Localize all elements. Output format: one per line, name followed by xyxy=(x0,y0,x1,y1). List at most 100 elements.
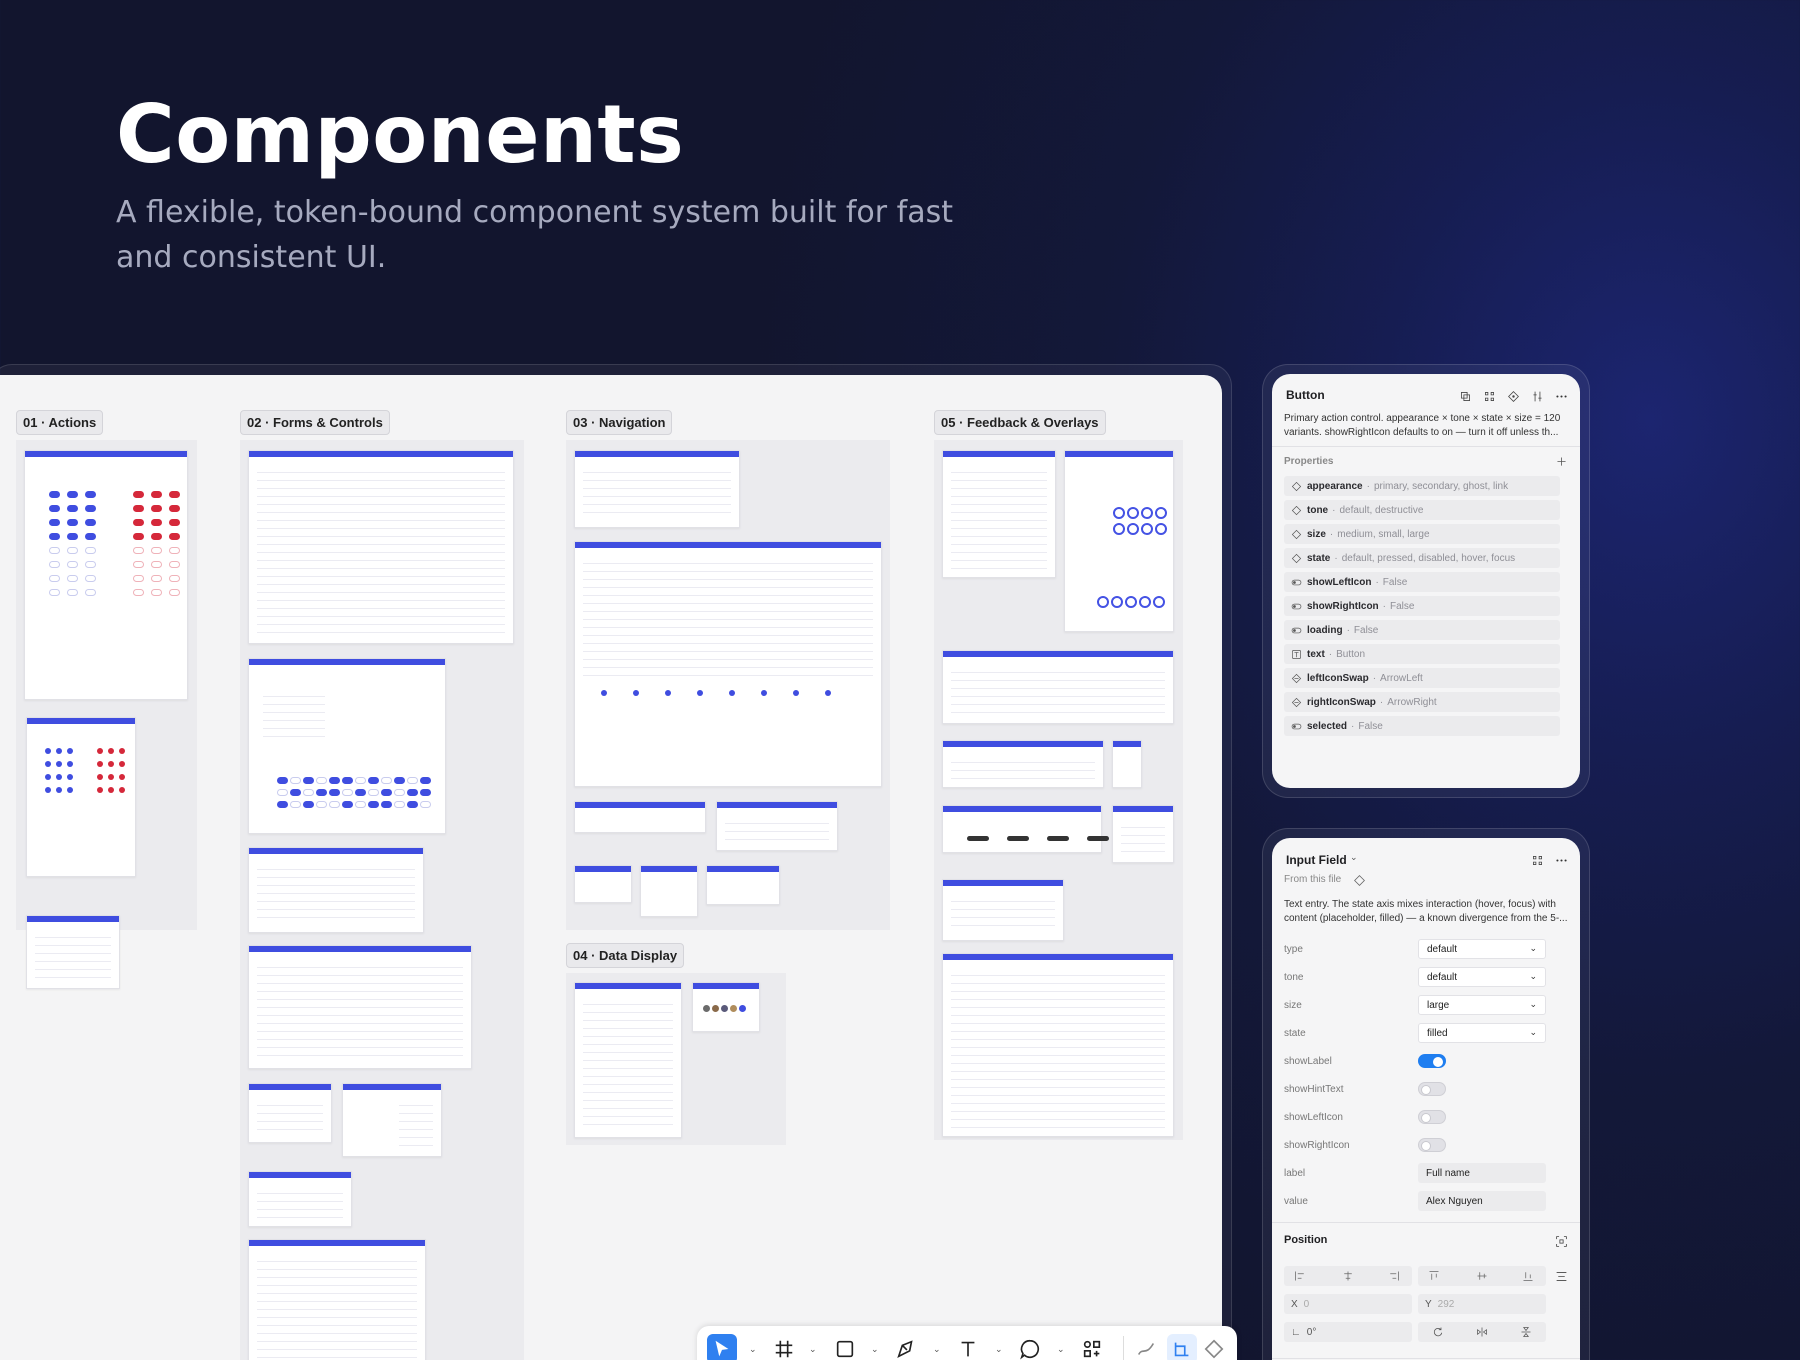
chevron-down-icon[interactable]: ⌄ xyxy=(1350,852,1358,863)
skeleton-frame[interactable] xyxy=(942,805,1109,853)
pen-tool[interactable] xyxy=(895,1334,917,1360)
property-row-loading[interactable]: loading · False xyxy=(1284,620,1560,640)
section-label-actions[interactable]: 01 · Actions xyxy=(16,410,104,435)
tabs-frame[interactable] xyxy=(574,450,740,528)
chevron-down-icon[interactable]: ⌄ xyxy=(749,1344,757,1355)
date-picker-frame[interactable] xyxy=(248,1083,332,1143)
chevron-down-icon[interactable]: ⌄ xyxy=(809,1344,817,1355)
comment-tool[interactable] xyxy=(1019,1334,1041,1360)
alert-frame[interactable] xyxy=(942,450,1056,578)
align-right-icon[interactable] xyxy=(1388,1270,1400,1282)
focus-icon[interactable] xyxy=(1554,1234,1568,1248)
popover-frame[interactable] xyxy=(1112,805,1174,863)
source-label[interactable]: From this file xyxy=(1284,874,1341,885)
actions-tool[interactable] xyxy=(1081,1334,1103,1360)
show-left-icon-toggle[interactable] xyxy=(1418,1110,1446,1124)
dialog-frame[interactable] xyxy=(942,650,1174,724)
icon-button-frame[interactable] xyxy=(26,717,136,877)
button-component-frame[interactable] xyxy=(24,450,188,700)
checkbox-frame[interactable] xyxy=(248,847,424,933)
toast-frame[interactable] xyxy=(942,740,1104,788)
show-hint-toggle[interactable] xyxy=(1418,1082,1446,1096)
textarea-frame[interactable] xyxy=(248,658,446,834)
more-icon[interactable] xyxy=(1554,389,1568,403)
property-row-size[interactable]: size · medium, small, large xyxy=(1284,524,1560,544)
label-field-input[interactable]: Full name xyxy=(1418,1163,1546,1183)
size-select[interactable]: large ⌄ xyxy=(1418,995,1546,1015)
horizontal-align-group[interactable] xyxy=(1284,1266,1412,1286)
vertical-align-group[interactable] xyxy=(1418,1266,1546,1286)
grid-icon[interactable] xyxy=(1482,389,1496,403)
select-frame[interactable] xyxy=(248,945,472,1069)
frame-tool[interactable] xyxy=(773,1334,795,1360)
component-icon[interactable] xyxy=(1458,389,1472,403)
sheet-frame[interactable] xyxy=(942,953,1174,1137)
link-button-frame[interactable] xyxy=(26,915,120,989)
align-center-icon[interactable] xyxy=(1342,1270,1354,1282)
flip-horizontal-icon[interactable] xyxy=(1476,1326,1488,1338)
avatar-group-frame[interactable] xyxy=(692,982,760,1032)
menu-frame[interactable] xyxy=(574,541,882,787)
property-row-showrighticon[interactable]: showRightIcon · False xyxy=(1284,596,1560,616)
property-row-tone[interactable]: tone · default, destructive xyxy=(1284,500,1560,520)
stepper-nav-frame[interactable] xyxy=(706,865,780,905)
pagination-frame[interactable] xyxy=(716,801,838,851)
more-icon[interactable] xyxy=(1554,853,1568,867)
align-top-icon[interactable] xyxy=(1428,1270,1440,1282)
property-row-showlefticon[interactable]: showLeftIcon · False xyxy=(1284,572,1560,592)
property-row-state[interactable]: state · default, pressed, disabled, hover,… xyxy=(1284,548,1560,568)
rotate-icon[interactable] xyxy=(1432,1326,1444,1338)
drawer-frame[interactable] xyxy=(942,879,1064,941)
text-tool[interactable] xyxy=(957,1334,979,1360)
flip-vertical-icon[interactable] xyxy=(1520,1326,1532,1338)
property-row-appearance[interactable]: appearance · primary, secondary, ghost, li… xyxy=(1284,476,1560,496)
property-row-righticonswap[interactable]: rightIconSwap · ArrowRight xyxy=(1284,692,1560,712)
add-property-icon[interactable] xyxy=(1554,454,1568,468)
link-frame[interactable] xyxy=(574,865,632,903)
section-label-navigation[interactable]: 03 · Navigation xyxy=(566,410,673,435)
grid-icon[interactable] xyxy=(1530,853,1544,867)
x-position-input[interactable]: X 0 xyxy=(1284,1294,1412,1314)
type-select[interactable]: default ⌄ xyxy=(1418,939,1546,959)
distribute-icon[interactable] xyxy=(1554,1269,1568,1283)
instance-icon[interactable] xyxy=(1506,389,1520,403)
prototype-tool[interactable] xyxy=(1203,1334,1225,1360)
show-label-toggle[interactable] xyxy=(1418,1054,1446,1068)
property-row-text[interactable]: text · Button xyxy=(1284,644,1560,664)
chevron-down-icon[interactable]: ⌄ xyxy=(871,1344,879,1355)
draw-tool[interactable] xyxy=(1135,1334,1157,1360)
shape-tool[interactable] xyxy=(834,1334,856,1360)
section-label-data[interactable]: 04 · Data Display xyxy=(566,943,685,968)
table-frame[interactable] xyxy=(574,982,682,1138)
breadcrumb-frame[interactable] xyxy=(574,801,706,833)
property-row-selected[interactable]: selected · False xyxy=(1284,716,1560,736)
sidebar-frame[interactable] xyxy=(640,865,698,917)
show-right-icon-toggle[interactable] xyxy=(1418,1138,1446,1152)
design-canvas[interactable]: 01 · Actions 02 · Forms & Controls 03 · … xyxy=(0,375,1222,1360)
progress-frame[interactable] xyxy=(1064,450,1174,632)
tone-select[interactable]: default ⌄ xyxy=(1418,967,1546,987)
diamond-icon[interactable] xyxy=(1352,873,1366,887)
panel-title[interactable]: Input Field xyxy=(1286,853,1347,867)
adjust-icon[interactable] xyxy=(1530,389,1544,403)
property-row-lefticonswap[interactable]: leftIconSwap · ArrowLeft xyxy=(1284,668,1560,688)
rotation-input[interactable]: ∟ 0° xyxy=(1284,1322,1412,1342)
radio-frame[interactable] xyxy=(248,1239,426,1360)
dev-mode-tool[interactable] xyxy=(1167,1334,1197,1360)
chevron-down-icon[interactable]: ⌄ xyxy=(933,1344,941,1355)
value-field-input[interactable]: Alex Nguyen xyxy=(1418,1191,1546,1211)
align-middle-icon[interactable] xyxy=(1476,1270,1488,1282)
state-select[interactable]: filled ⌄ xyxy=(1418,1023,1546,1043)
stepper-frame[interactable] xyxy=(342,1083,442,1157)
align-bottom-icon[interactable] xyxy=(1522,1270,1534,1282)
section-label-forms[interactable]: 02 · Forms & Controls xyxy=(240,410,390,435)
chevron-down-icon[interactable]: ⌄ xyxy=(995,1344,1003,1355)
y-position-input[interactable]: Y 292 xyxy=(1418,1294,1546,1314)
section-label-feedback[interactable]: 05 · Feedback & Overlays xyxy=(934,410,1106,435)
slider-frame[interactable] xyxy=(248,1171,352,1227)
transform-group[interactable] xyxy=(1418,1322,1546,1342)
tooltip-frame[interactable] xyxy=(1112,740,1142,788)
align-left-icon[interactable] xyxy=(1294,1270,1306,1282)
chevron-down-icon[interactable]: ⌄ xyxy=(1057,1344,1065,1355)
input-field-frame[interactable] xyxy=(248,450,514,644)
